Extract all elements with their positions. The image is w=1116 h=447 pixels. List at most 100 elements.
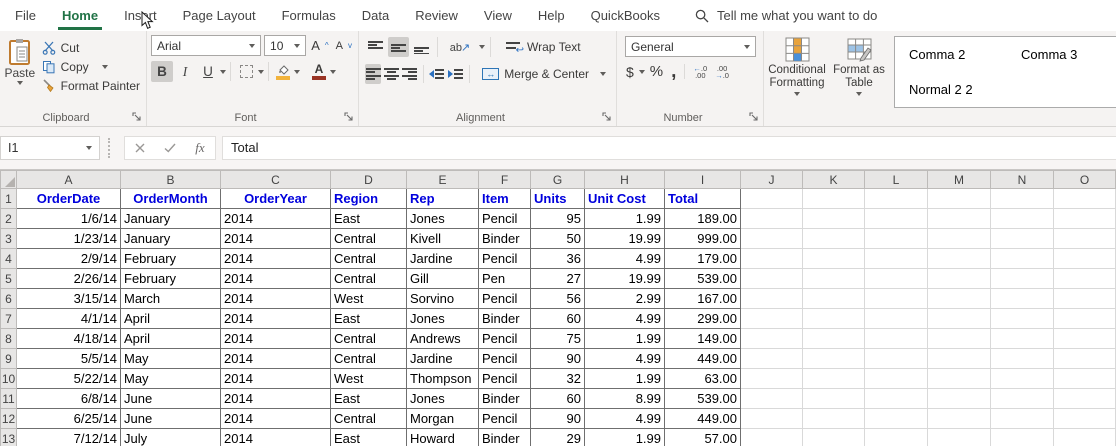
- tab-help[interactable]: Help: [525, 0, 578, 31]
- bottom-align-button[interactable]: [411, 37, 432, 57]
- cell-B11[interactable]: June: [120, 388, 221, 409]
- cell-N1[interactable]: [990, 188, 1054, 209]
- orientation-button[interactable]: ab ↗: [443, 37, 477, 57]
- tab-quickbooks[interactable]: QuickBooks: [578, 0, 673, 31]
- tab-review[interactable]: Review: [402, 0, 471, 31]
- cell-H11[interactable]: 8.99: [584, 388, 665, 409]
- cell-I7[interactable]: 299.00: [664, 308, 741, 329]
- cell-M11[interactable]: [927, 388, 991, 409]
- cell-O4[interactable]: [1053, 248, 1116, 269]
- cell-J12[interactable]: [740, 408, 803, 429]
- cell-K5[interactable]: [802, 268, 865, 289]
- paste-button[interactable]: Paste: [2, 34, 38, 108]
- cell-H8[interactable]: 1.99: [584, 328, 665, 349]
- cell-F8[interactable]: Pencil: [478, 328, 531, 349]
- cell-D11[interactable]: East: [330, 388, 407, 409]
- row-header-8[interactable]: 8: [0, 328, 17, 349]
- cell-G13[interactable]: 29: [530, 428, 585, 446]
- cell-J1[interactable]: [740, 188, 803, 209]
- cell-I12[interactable]: 449.00: [664, 408, 741, 429]
- cell-L6[interactable]: [864, 288, 928, 309]
- cell-B3[interactable]: January: [120, 228, 221, 249]
- cell-F12[interactable]: Pencil: [478, 408, 531, 429]
- cell-K13[interactable]: [802, 428, 865, 446]
- column-header-M[interactable]: M: [927, 170, 991, 189]
- tab-data[interactable]: Data: [349, 0, 402, 31]
- column-header-A[interactable]: A: [16, 170, 121, 189]
- cell-G11[interactable]: 60: [530, 388, 585, 409]
- increase-font-size-button[interactable]: A ^: [309, 38, 330, 53]
- conditional-formatting-button[interactable]: Conditional Formatting: [766, 34, 828, 108]
- cell-E7[interactable]: Jones: [406, 308, 479, 329]
- bold-button[interactable]: B: [151, 61, 173, 82]
- cell-G10[interactable]: 32: [530, 368, 585, 389]
- font-size-combobox[interactable]: 10: [264, 35, 307, 56]
- row-header-2[interactable]: 2: [0, 208, 17, 229]
- cell-B10[interactable]: May: [120, 368, 221, 389]
- cell-M6[interactable]: [927, 288, 991, 309]
- cell-M10[interactable]: [927, 368, 991, 389]
- cell-H1[interactable]: Unit Cost: [584, 188, 665, 209]
- increase-decimal-button[interactable]: ←.0.00: [690, 64, 710, 79]
- cell-I13[interactable]: 57.00: [664, 428, 741, 446]
- cell-L7[interactable]: [864, 308, 928, 329]
- format-painter-button[interactable]: Format Painter: [38, 78, 144, 94]
- tab-formulas[interactable]: Formulas: [269, 0, 349, 31]
- cell-B7[interactable]: April: [120, 308, 221, 329]
- cell-O5[interactable]: [1053, 268, 1116, 289]
- fill-color-button[interactable]: [273, 61, 293, 82]
- cell-L13[interactable]: [864, 428, 928, 446]
- cell-I9[interactable]: 449.00: [664, 348, 741, 369]
- row-header-3[interactable]: 3: [0, 228, 17, 249]
- column-header-E[interactable]: E: [406, 170, 479, 189]
- cell-K8[interactable]: [802, 328, 865, 349]
- cell-B4[interactable]: February: [120, 248, 221, 269]
- cell-A5[interactable]: 2/26/14: [16, 268, 121, 289]
- cell-B12[interactable]: June: [120, 408, 221, 429]
- column-header-D[interactable]: D: [330, 170, 407, 189]
- italic-button[interactable]: I: [174, 61, 196, 82]
- cell-D2[interactable]: East: [330, 208, 407, 229]
- row-header-12[interactable]: 12: [0, 408, 17, 429]
- cell-G7[interactable]: 60: [530, 308, 585, 329]
- cell-E9[interactable]: Jardine: [406, 348, 479, 369]
- cell-A1[interactable]: OrderDate: [16, 188, 121, 209]
- cell-O2[interactable]: [1053, 208, 1116, 229]
- cell-F6[interactable]: Pencil: [478, 288, 531, 309]
- cell-H5[interactable]: 19.99: [584, 268, 665, 289]
- cell-L5[interactable]: [864, 268, 928, 289]
- cell-B9[interactable]: May: [120, 348, 221, 369]
- cell-C10[interactable]: 2014: [220, 368, 331, 389]
- formula-input[interactable]: Total: [222, 135, 1116, 160]
- insert-function-button[interactable]: fx: [185, 137, 215, 159]
- cell-N8[interactable]: [990, 328, 1054, 349]
- cell-F1[interactable]: Item: [478, 188, 531, 209]
- cell-I4[interactable]: 179.00: [664, 248, 741, 269]
- cell-O13[interactable]: [1053, 428, 1116, 446]
- cell-B5[interactable]: February: [120, 268, 221, 289]
- cell-C13[interactable]: 2014: [220, 428, 331, 446]
- cell-A9[interactable]: 5/5/14: [16, 348, 121, 369]
- cell-K12[interactable]: [802, 408, 865, 429]
- cell-B13[interactable]: July: [120, 428, 221, 446]
- cell-M9[interactable]: [927, 348, 991, 369]
- middle-align-button[interactable]: [388, 37, 409, 57]
- cell-E3[interactable]: Kivell: [406, 228, 479, 249]
- cell-N4[interactable]: [990, 248, 1054, 269]
- cell-style-comma-2[interactable]: Comma 2: [895, 47, 1007, 62]
- cell-E1[interactable]: Rep: [406, 188, 479, 209]
- row-header-4[interactable]: 4: [0, 248, 17, 269]
- cell-H4[interactable]: 4.99: [584, 248, 665, 269]
- cell-D12[interactable]: Central: [330, 408, 407, 429]
- cell-L8[interactable]: [864, 328, 928, 349]
- cell-K7[interactable]: [802, 308, 865, 329]
- column-header-F[interactable]: F: [478, 170, 531, 189]
- cell-H7[interactable]: 4.99: [584, 308, 665, 329]
- copy-button[interactable]: Copy: [38, 59, 144, 75]
- cell-N11[interactable]: [990, 388, 1054, 409]
- row-header-9[interactable]: 9: [0, 348, 17, 369]
- cell-M13[interactable]: [927, 428, 991, 446]
- cell-H6[interactable]: 2.99: [584, 288, 665, 309]
- increase-indent-button[interactable]: [447, 64, 463, 84]
- cell-M5[interactable]: [927, 268, 991, 289]
